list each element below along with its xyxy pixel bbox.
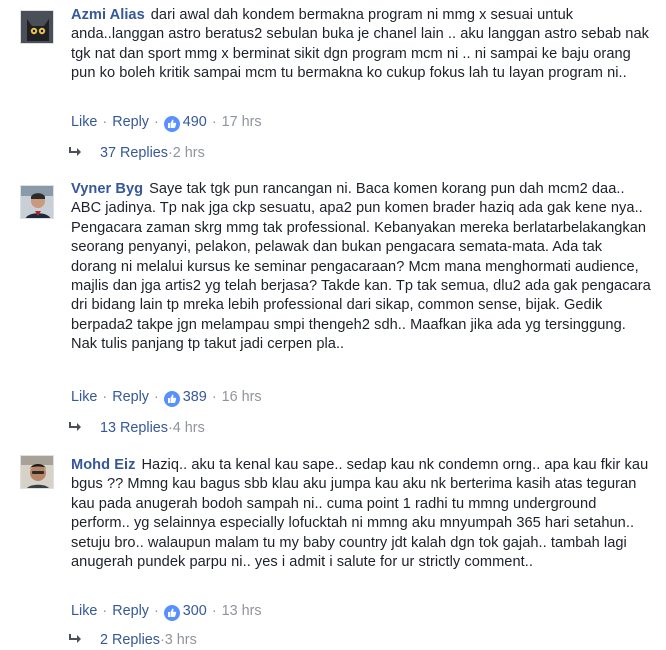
- author-name[interactable]: Mohd Eiz: [71, 457, 135, 473]
- replies-row[interactable]: 2 Replies·3 hrs: [68, 630, 197, 650]
- thumbs-up-icon: [163, 605, 180, 621]
- reply-link[interactable]: Reply: [112, 603, 149, 619]
- comment-time[interactable]: 13 hrs: [222, 603, 262, 619]
- like-count[interactable]: 490: [163, 112, 207, 132]
- reply-arrow-icon: [69, 147, 81, 157]
- like-count[interactable]: 300: [163, 601, 207, 621]
- like-link[interactable]: Like: [71, 603, 97, 619]
- thumbs-up-icon: [163, 116, 180, 132]
- replies-time: 4 hrs: [172, 420, 205, 436]
- avatar-vyner-byg[interactable]: [20, 185, 54, 219]
- comment-actions: Like · Reply · 300 · 13 hrs: [71, 601, 262, 621]
- thumbs-up-icon: [163, 391, 180, 407]
- comment-body: Azmi Alias dari awal dah kondem bermakna …: [71, 6, 651, 84]
- replies-row[interactable]: 13 Replies·4 hrs: [68, 418, 205, 438]
- avatar-azmi-alias[interactable]: [20, 10, 54, 44]
- replies-row[interactable]: 37 Replies·2 hrs: [68, 143, 205, 163]
- reply-arrow-icon: [69, 634, 81, 644]
- comment-actions: Like · Reply · 389 · 16 hrs: [71, 387, 262, 407]
- comment-time[interactable]: 16 hrs: [222, 389, 262, 405]
- man-avatar-icon: [21, 186, 53, 218]
- comment-body: Mohd Eiz Haziq.. aku ta kenal kau sape.. …: [71, 456, 651, 572]
- like-link[interactable]: Like: [71, 389, 97, 405]
- avatar-mohd-eiz[interactable]: [20, 455, 54, 489]
- reply-arrow-icon: [69, 422, 81, 432]
- replies-time: 3 hrs: [164, 632, 197, 648]
- like-link[interactable]: Like: [71, 114, 97, 130]
- comment-text: Haziq.. aku ta kenal kau sape.. sedap ka…: [71, 457, 649, 571]
- view-replies-link[interactable]: 13 Replies: [100, 420, 168, 436]
- view-replies-link[interactable]: 2 Replies: [100, 632, 160, 648]
- comment-time[interactable]: 17 hrs: [222, 114, 262, 130]
- cat-avatar-icon: [21, 11, 53, 43]
- selfie-avatar-icon: [21, 456, 53, 488]
- comment-text: Saye tak tgk pun rancangan ni. Baca kome…: [71, 181, 651, 353]
- author-name[interactable]: Vyner Byg: [71, 181, 143, 197]
- comment-actions: Like · Reply · 490 · 17 hrs: [71, 112, 262, 132]
- reply-link[interactable]: Reply: [112, 389, 149, 405]
- replies-time: 2 hrs: [172, 145, 205, 161]
- comment-text: dari awal dah kondem bermakna program ni…: [71, 7, 649, 82]
- like-count[interactable]: 389: [163, 387, 207, 407]
- reply-link[interactable]: Reply: [112, 114, 149, 130]
- view-replies-link[interactable]: 37 Replies: [100, 145, 168, 161]
- author-name[interactable]: Azmi Alias: [71, 7, 145, 23]
- comment-body: Vyner Byg Saye tak tgk pun rancangan ni. …: [71, 180, 651, 355]
